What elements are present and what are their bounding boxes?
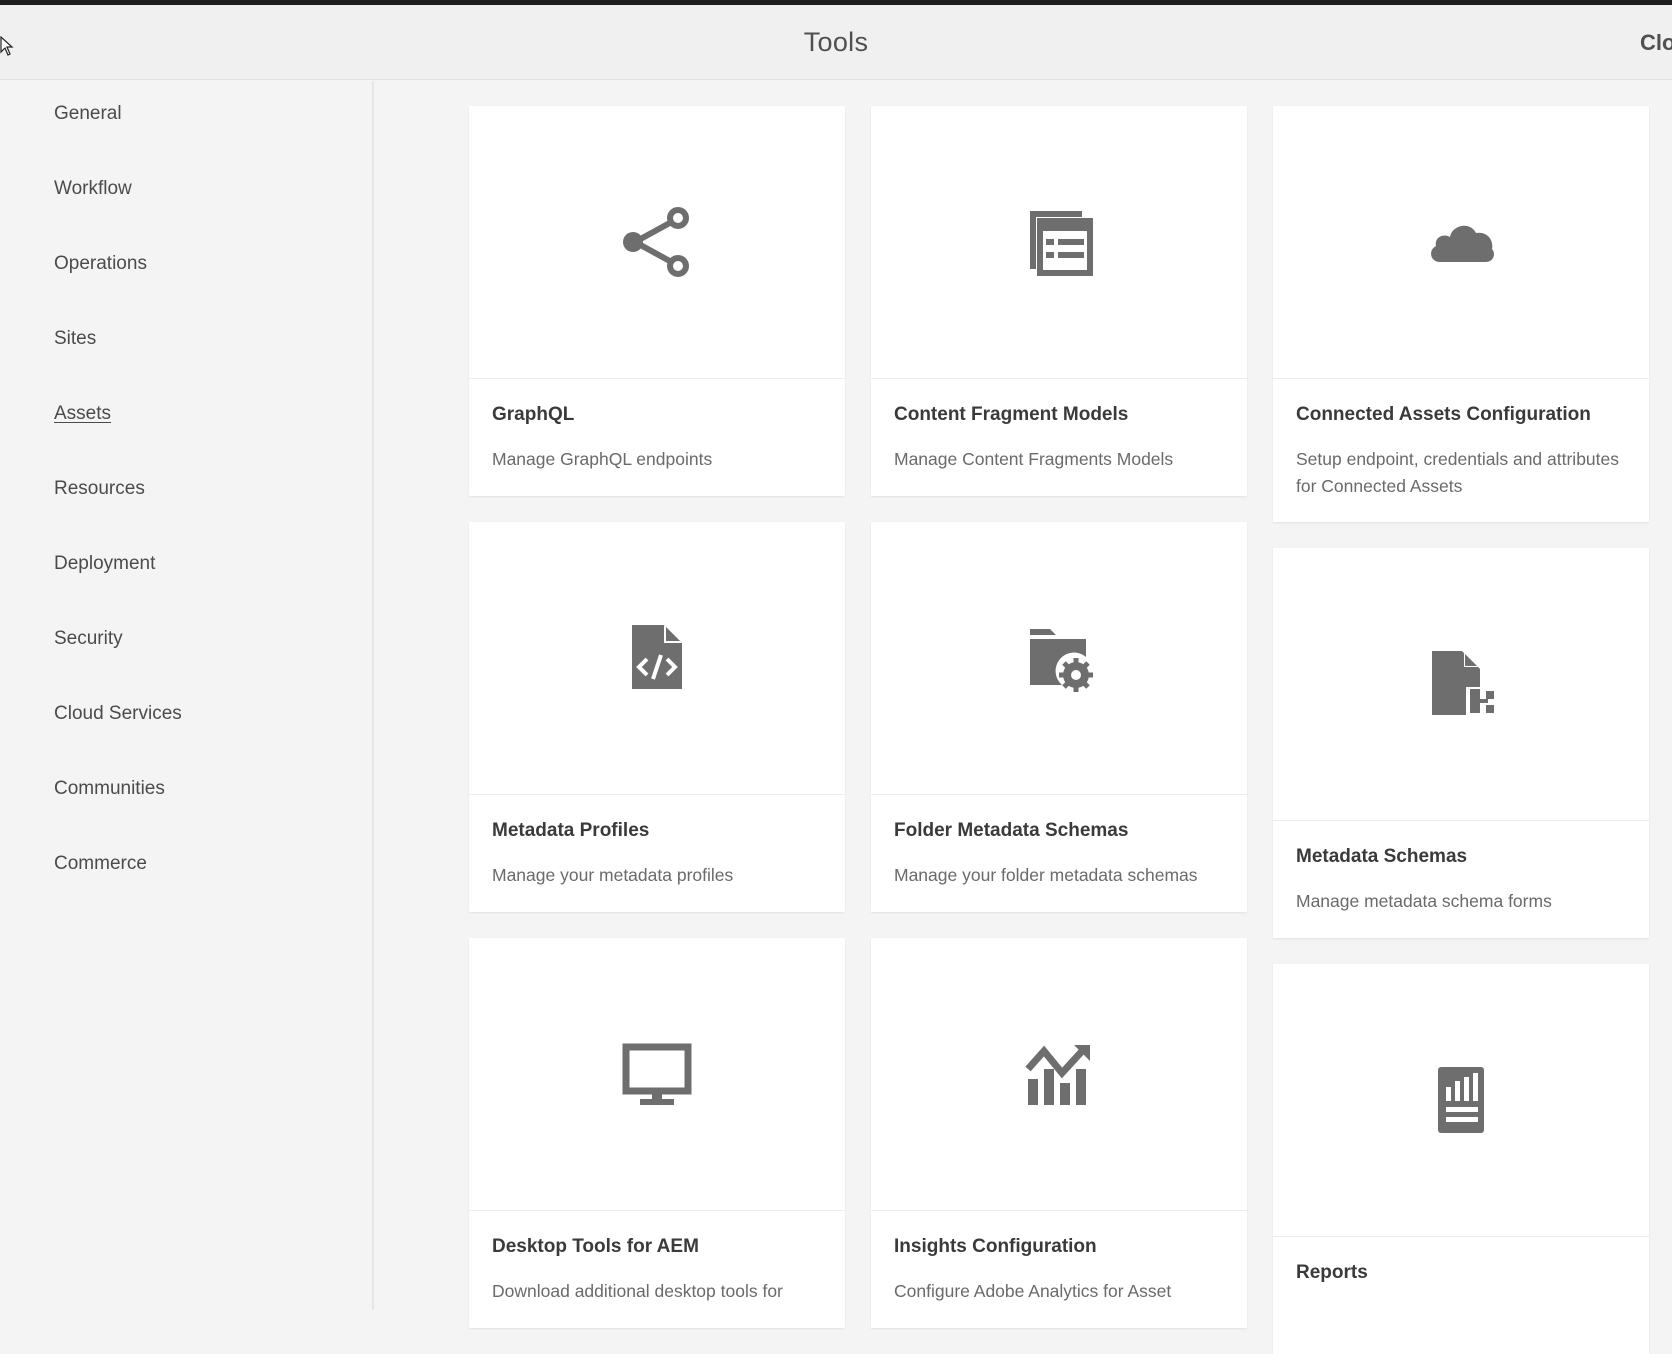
card-folder-metadata-schemas[interactable]: Folder Metadata Schemas Manage your fold… [871,522,1247,912]
sidebar-item-commerce[interactable]: Commerce [54,853,147,875]
card-description: Setup endpoint, credentials and attribut… [1296,449,1619,496]
card-thumbnail [1273,548,1649,821]
card-connected-assets-configuration[interactable]: Connected Assets Configuration Setup end… [1273,106,1649,522]
page-title: Tools [803,27,869,57]
card-description: Download additional desktop tools for [492,1281,783,1301]
card-description: Manage your folder metadata schemas [894,865,1198,885]
sidebar-item-sites[interactable]: Sites [54,328,96,350]
card-thumbnail [871,938,1247,1211]
sidebar-item-deployment[interactable]: Deployment [54,553,155,575]
sidebar-item-cloud-services[interactable]: Cloud Services [54,703,182,725]
card-title: Folder Metadata Schemas [894,820,1129,841]
mouse-cursor-icon [0,36,14,56]
monitor-icon [622,1043,692,1105]
sidebar-item-security[interactable]: Security [54,628,123,650]
card-thumbnail [871,106,1247,379]
card-title: GraphQL [492,404,575,425]
card-title: Reports [1296,1262,1368,1283]
file-code-icon [632,625,682,689]
card-description: Manage GraphQL endpoints [492,449,713,469]
share-icon [623,207,689,277]
folder-gear-icon [1030,629,1093,692]
card-insights-configuration[interactable]: Insights Configuration Configure Adobe A… [871,938,1247,1328]
card-title: Content Fragment Models [894,404,1129,425]
card-title: Desktop Tools for AEM [492,1236,699,1257]
sidebar-item-resources[interactable]: Resources [54,478,145,500]
card-thumbnail [469,938,845,1211]
chart-icon [1025,1045,1090,1105]
card-reports[interactable]: Reports [1273,964,1649,1354]
card-title: Insights Configuration [894,1236,1097,1257]
sidebar-item-general[interactable]: General [54,103,122,125]
sidebar-item-communities[interactable]: Communities [54,778,165,800]
close-button[interactable]: Clo [1640,30,1672,56]
card-description: Manage your metadata profiles [492,865,734,885]
card-description: Manage Content Fragments Models [894,449,1174,469]
report-icon [1438,1067,1484,1133]
card-thumbnail [1273,106,1649,379]
card-metadata-schemas[interactable]: Metadata Schemas Manage metadata schema … [1273,548,1649,938]
file-schema-icon [1432,651,1494,715]
card-metadata-profiles[interactable]: Metadata Profiles Manage your metadata p… [469,522,845,912]
sidebar: General Workflow Operations Sites Assets… [0,81,374,1310]
cloud-icon [1431,225,1494,262]
card-thumbnail [469,106,845,379]
card-thumbnail [469,522,845,795]
sidebar-item-operations[interactable]: Operations [54,253,147,275]
card-content-fragment-models[interactable]: Content Fragment Models Manage Content F… [871,106,1247,496]
card-graphql[interactable]: GraphQL Manage GraphQL endpoints [469,106,845,496]
header-bar: Tools Clo [0,5,1672,80]
content-fragment-icon [1030,211,1093,276]
card-thumbnail [871,522,1247,795]
card-description: Manage metadata schema forms [1296,891,1552,911]
card-title: Metadata Profiles [492,820,650,841]
card-title: Metadata Schemas [1296,846,1468,867]
card-description: Configure Adobe Analytics for Asset [894,1281,1172,1301]
card-desktop-tools-for-aem[interactable]: Desktop Tools for AEM Download additiona… [469,938,845,1328]
card-title: Connected Assets Configuration [1296,404,1591,425]
sidebar-item-workflow[interactable]: Workflow [54,178,132,200]
card-thumbnail [1273,964,1649,1237]
sidebar-item-assets[interactable]: Assets [54,403,111,425]
